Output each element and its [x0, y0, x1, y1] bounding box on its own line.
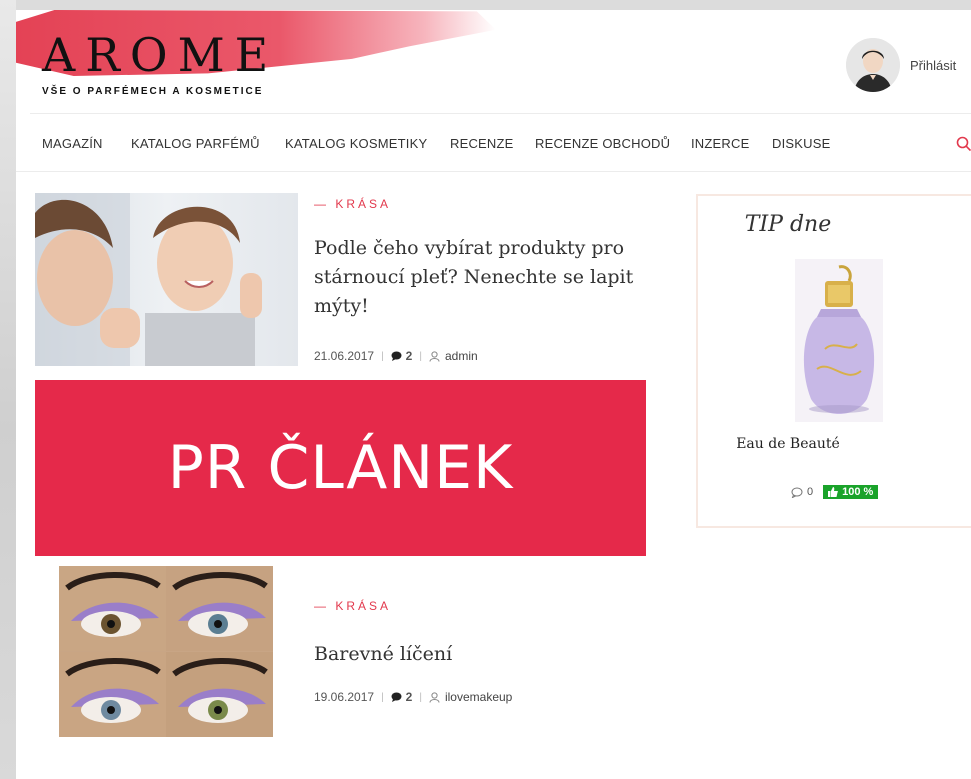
tip-meta: 0 100 % — [791, 485, 879, 499]
article-date: 19.06.2017 — [314, 690, 375, 704]
nav-item-recenze-obchodu[interactable]: RECENZE OBCHODŮ — [535, 136, 670, 151]
thumbs-up-icon — [828, 487, 838, 497]
meta-separator: | — [419, 350, 422, 362]
background-left — [0, 0, 16, 779]
article-author[interactable]: admin — [445, 349, 478, 363]
tip-of-the-day-widget: TIP dne Eau de Beauté 0 100 % — [696, 194, 971, 528]
site-tagline: VŠE O PARFÉMECH A KOSMETICE — [42, 86, 264, 97]
nav-item-magazin[interactable]: MAGAZÍN — [42, 136, 103, 151]
comment-count[interactable]: 2 — [406, 349, 413, 363]
pr-banner-text: PR ČLÁNEK — [167, 433, 514, 503]
user-icon — [429, 691, 440, 703]
meta-separator: | — [381, 691, 384, 703]
rating-value: 100 % — [842, 486, 874, 498]
article-meta: 21.06.2017 | 2 | admin — [314, 349, 478, 363]
search-icon[interactable] — [956, 136, 971, 152]
nav-item-diskuse[interactable]: DISKUSE — [772, 136, 830, 151]
nav-item-katalog-kosmetiky[interactable]: KATALOG KOSMETIKY — [285, 136, 427, 151]
article-meta: 19.06.2017 | 2 | ilovemakeup — [314, 690, 512, 704]
article-thumbnail-skincare[interactable] — [35, 193, 298, 366]
comment-icon — [391, 692, 402, 702]
article-category[interactable]: — KRÁSA — [314, 197, 391, 211]
article-title[interactable]: Podle čeho vybírat produkty pro stárnouc… — [314, 234, 644, 321]
user-icon — [429, 350, 440, 362]
article-date: 21.06.2017 — [314, 349, 375, 363]
tip-product-name[interactable]: Eau de Beauté — [698, 436, 878, 452]
pr-article-banner[interactable]: PR ČLÁNEK — [35, 380, 646, 556]
page: AROME VŠE O PARFÉMECH A KOSMETICE Přihlá… — [16, 10, 971, 779]
login-link[interactable]: Přihlásit — [846, 38, 956, 92]
login-label[interactable]: Přihlásit — [910, 58, 956, 73]
rating-badge: 100 % — [823, 485, 879, 499]
tip-comment-count[interactable]: 0 — [807, 486, 813, 498]
site-logo[interactable]: AROME — [42, 32, 278, 78]
nav-item-katalog-parfemu[interactable]: KATALOG PARFÉMŮ — [131, 136, 260, 151]
tip-title: TIP dne — [744, 212, 832, 237]
comment-count[interactable]: 2 — [406, 690, 413, 704]
header-divider — [30, 113, 971, 114]
main-navigation: MAGAZÍN KATALOG PARFÉMŮ KATALOG KOSMETIK… — [16, 116, 971, 172]
nav-item-recenze[interactable]: RECENZE — [450, 136, 514, 151]
nav-item-inzerce[interactable]: INZERCE — [691, 136, 749, 151]
comment-outline-icon — [791, 487, 803, 498]
meta-separator: | — [381, 350, 384, 362]
article-title[interactable]: Barevné líčení — [314, 640, 644, 669]
comment-icon — [391, 351, 402, 361]
user-avatar-icon[interactable] — [846, 38, 900, 92]
article-category[interactable]: — KRÁSA — [314, 599, 391, 613]
site-header: AROME VŠE O PARFÉMECH A KOSMETICE Přihlá… — [16, 10, 971, 115]
perfume-bottle-image[interactable] — [795, 259, 883, 422]
article-thumbnail-eye-makeup[interactable] — [59, 566, 273, 737]
meta-separator: | — [419, 691, 422, 703]
article-author[interactable]: ilovemakeup — [445, 690, 512, 704]
